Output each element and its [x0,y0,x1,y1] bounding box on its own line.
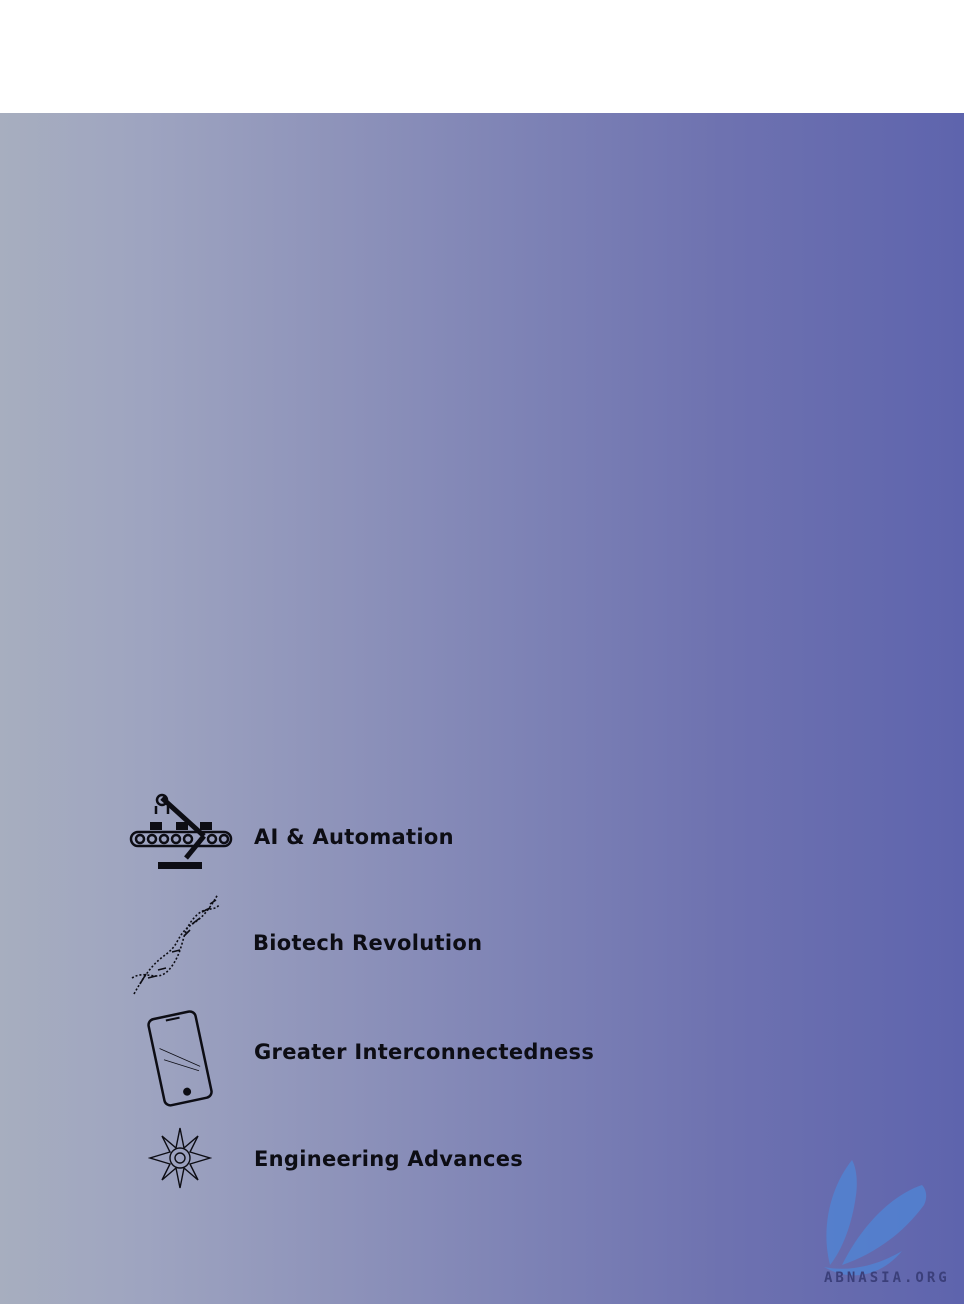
gradient-panel [0,113,964,1304]
feature-label: AI & Automation [254,825,454,849]
watermark-text: ABNASIA.ORG [824,1270,950,1286]
feature-label: Engineering Advances [254,1147,524,1171]
smartphone-icon [147,1010,213,1107]
feature-label: Greater Interconnectedness [254,1040,595,1064]
starburst-icon [148,1127,212,1189]
robot-arm-conveyor-icon [129,793,233,869]
dna-helix-icon [131,893,221,995]
feature-label: Biotech Revolution [253,931,483,955]
